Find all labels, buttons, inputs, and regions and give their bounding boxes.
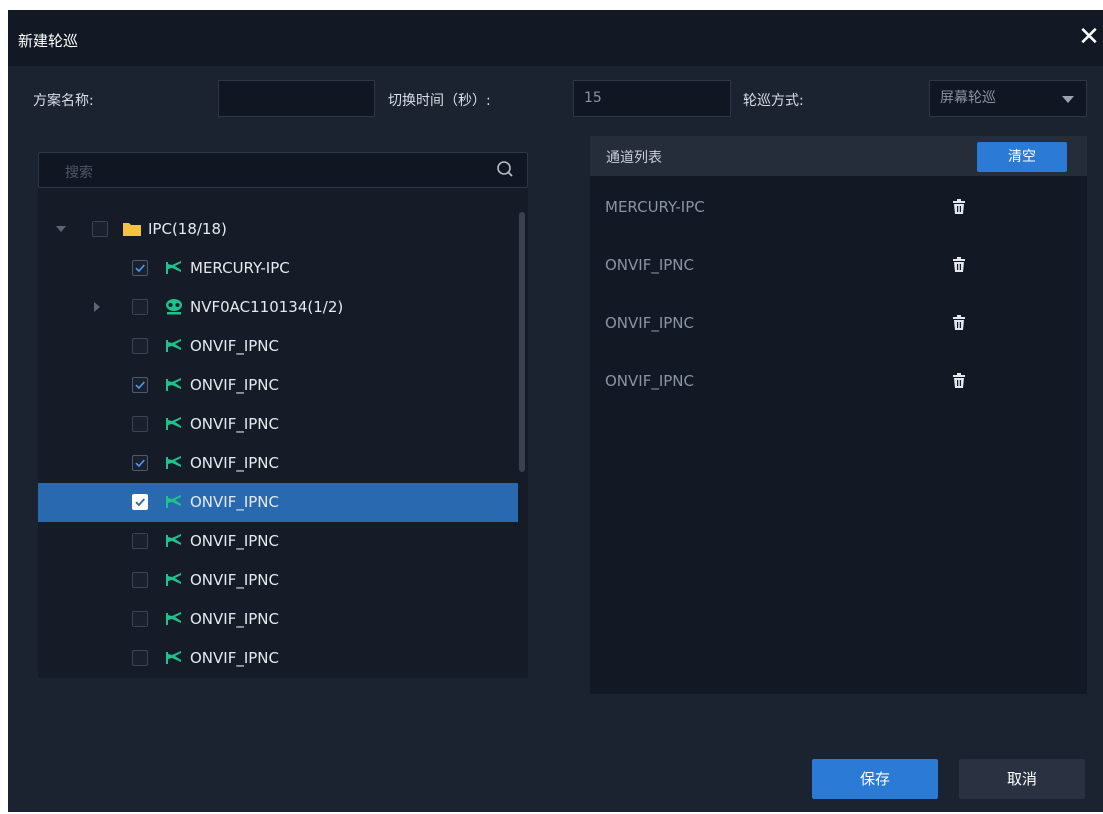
camera-icon — [166, 573, 181, 586]
tree-item[interactable]: NVF0AC110134(1/2) — [38, 288, 518, 327]
tree-item[interactable]: ONVIF_IPNC — [38, 483, 518, 522]
checkbox[interactable] — [132, 455, 148, 471]
tree-item-label: ONVIF_IPNC — [190, 649, 280, 667]
tree-item[interactable]: ONVIF_IPNC — [38, 327, 518, 366]
channel-name: MERCURY-IPC — [605, 198, 705, 216]
tree-root-label: IPC(18/18) — [148, 220, 227, 238]
tree-item[interactable]: ONVIF_IPNC — [38, 639, 518, 678]
switch-time-label: 切换时间（秒）: — [388, 93, 491, 109]
camera-icon — [166, 339, 181, 352]
new-patrol-dialog: 新建轮巡 ✕ 方案名称: 切换时间（秒）: 15 轮巡方式: 屏幕轮巡 搜索 I… — [8, 10, 1103, 812]
tree-item[interactable]: MERCURY-IPC — [38, 249, 518, 288]
expand-arrow-icon[interactable] — [94, 302, 100, 312]
tree-item[interactable]: ONVIF_IPNC — [38, 366, 518, 405]
camera-icon — [166, 651, 181, 664]
trash-icon[interactable] — [952, 315, 966, 331]
camera-icon — [166, 534, 181, 547]
tree-scrollbar[interactable] — [519, 212, 525, 472]
channel-list-title: 通道列表 — [606, 150, 662, 166]
checkbox[interactable] — [132, 416, 148, 432]
scheme-name-label: 方案名称: — [33, 93, 94, 109]
patrol-mode-value: 屏幕轮巡 — [940, 90, 996, 106]
switch-time-input[interactable]: 15 — [573, 80, 731, 117]
checkbox[interactable] — [132, 377, 148, 393]
collapse-arrow-icon[interactable] — [56, 226, 66, 232]
cancel-button[interactable]: 取消 — [959, 759, 1085, 799]
tree-root-ipc[interactable]: IPC(18/18) — [38, 210, 518, 249]
folder-icon — [123, 223, 141, 236]
tree-item-label: NVF0AC110134(1/2) — [190, 298, 344, 316]
tree-item[interactable]: ONVIF_IPNC — [38, 600, 518, 639]
tree-item-label: ONVIF_IPNC — [190, 337, 280, 355]
trash-icon[interactable] — [952, 257, 966, 273]
checkbox[interactable] — [132, 650, 148, 666]
trash-icon[interactable] — [952, 373, 966, 389]
checkbox[interactable] — [132, 494, 148, 510]
patrol-mode-select[interactable]: 屏幕轮巡 — [929, 80, 1087, 117]
dialog-titlebar: 新建轮巡 ✕ — [8, 10, 1103, 66]
tree-item-label: ONVIF_IPNC — [190, 571, 280, 589]
channel-list-header: 通道列表 清空 — [590, 136, 1087, 176]
checkbox[interactable] — [132, 572, 148, 588]
camera-icon — [166, 378, 181, 391]
chevron-down-icon — [1062, 96, 1074, 103]
search-box[interactable]: 搜索 — [38, 152, 528, 188]
camera-icon — [166, 417, 181, 430]
trash-icon[interactable] — [952, 199, 966, 215]
channel-list-panel: 通道列表 清空 MERCURY-IPC ONVIF_IPNC ONVIF_IPNC O… — [590, 136, 1087, 694]
camera-icon — [166, 612, 181, 625]
tree-item-label: ONVIF_IPNC — [190, 376, 280, 394]
tree-item[interactable]: ONVIF_IPNC — [38, 405, 518, 444]
tree-item-label: ONVIF_IPNC — [190, 610, 280, 628]
camera-icon — [166, 456, 181, 469]
tree-item-label: ONVIF_IPNC — [190, 493, 280, 511]
camera-icon — [166, 495, 181, 508]
camera-icon — [166, 261, 181, 274]
checkbox[interactable] — [132, 533, 148, 549]
dialog-title: 新建轮巡 — [18, 32, 79, 50]
checkbox[interactable] — [132, 299, 148, 315]
scheme-name-input[interactable] — [218, 80, 375, 117]
tree-item-label: ONVIF_IPNC — [190, 415, 280, 433]
channel-name: ONVIF_IPNC — [605, 372, 695, 390]
checkbox[interactable] — [92, 221, 108, 237]
tree-item[interactable]: ONVIF_IPNC — [38, 561, 518, 600]
close-icon[interactable]: ✕ — [1075, 23, 1103, 51]
search-icon[interactable] — [495, 159, 517, 181]
tree-item[interactable]: ONVIF_IPNC — [38, 522, 518, 561]
channel-name: ONVIF_IPNC — [605, 256, 695, 274]
checkbox[interactable] — [132, 260, 148, 276]
search-input[interactable]: 搜索 — [65, 162, 93, 182]
device-tree-panel: 搜索 IPC(18/18) MERCURY-IPC NVF0AC110134(1/2… — [38, 152, 528, 678]
checkbox[interactable] — [132, 611, 148, 627]
tree-item-label: MERCURY-IPC — [190, 259, 290, 277]
channel-name: ONVIF_IPNC — [605, 314, 695, 332]
nvr-device-icon — [166, 299, 182, 315]
save-button[interactable]: 保存 — [812, 759, 938, 799]
tree-item-label: ONVIF_IPNC — [190, 532, 280, 550]
patrol-mode-label: 轮巡方式: — [743, 93, 804, 109]
checkbox[interactable] — [132, 338, 148, 354]
tree-item[interactable]: ONVIF_IPNC — [38, 444, 518, 483]
tree-item-label: ONVIF_IPNC — [190, 454, 280, 472]
clear-button[interactable]: 清空 — [977, 142, 1067, 172]
